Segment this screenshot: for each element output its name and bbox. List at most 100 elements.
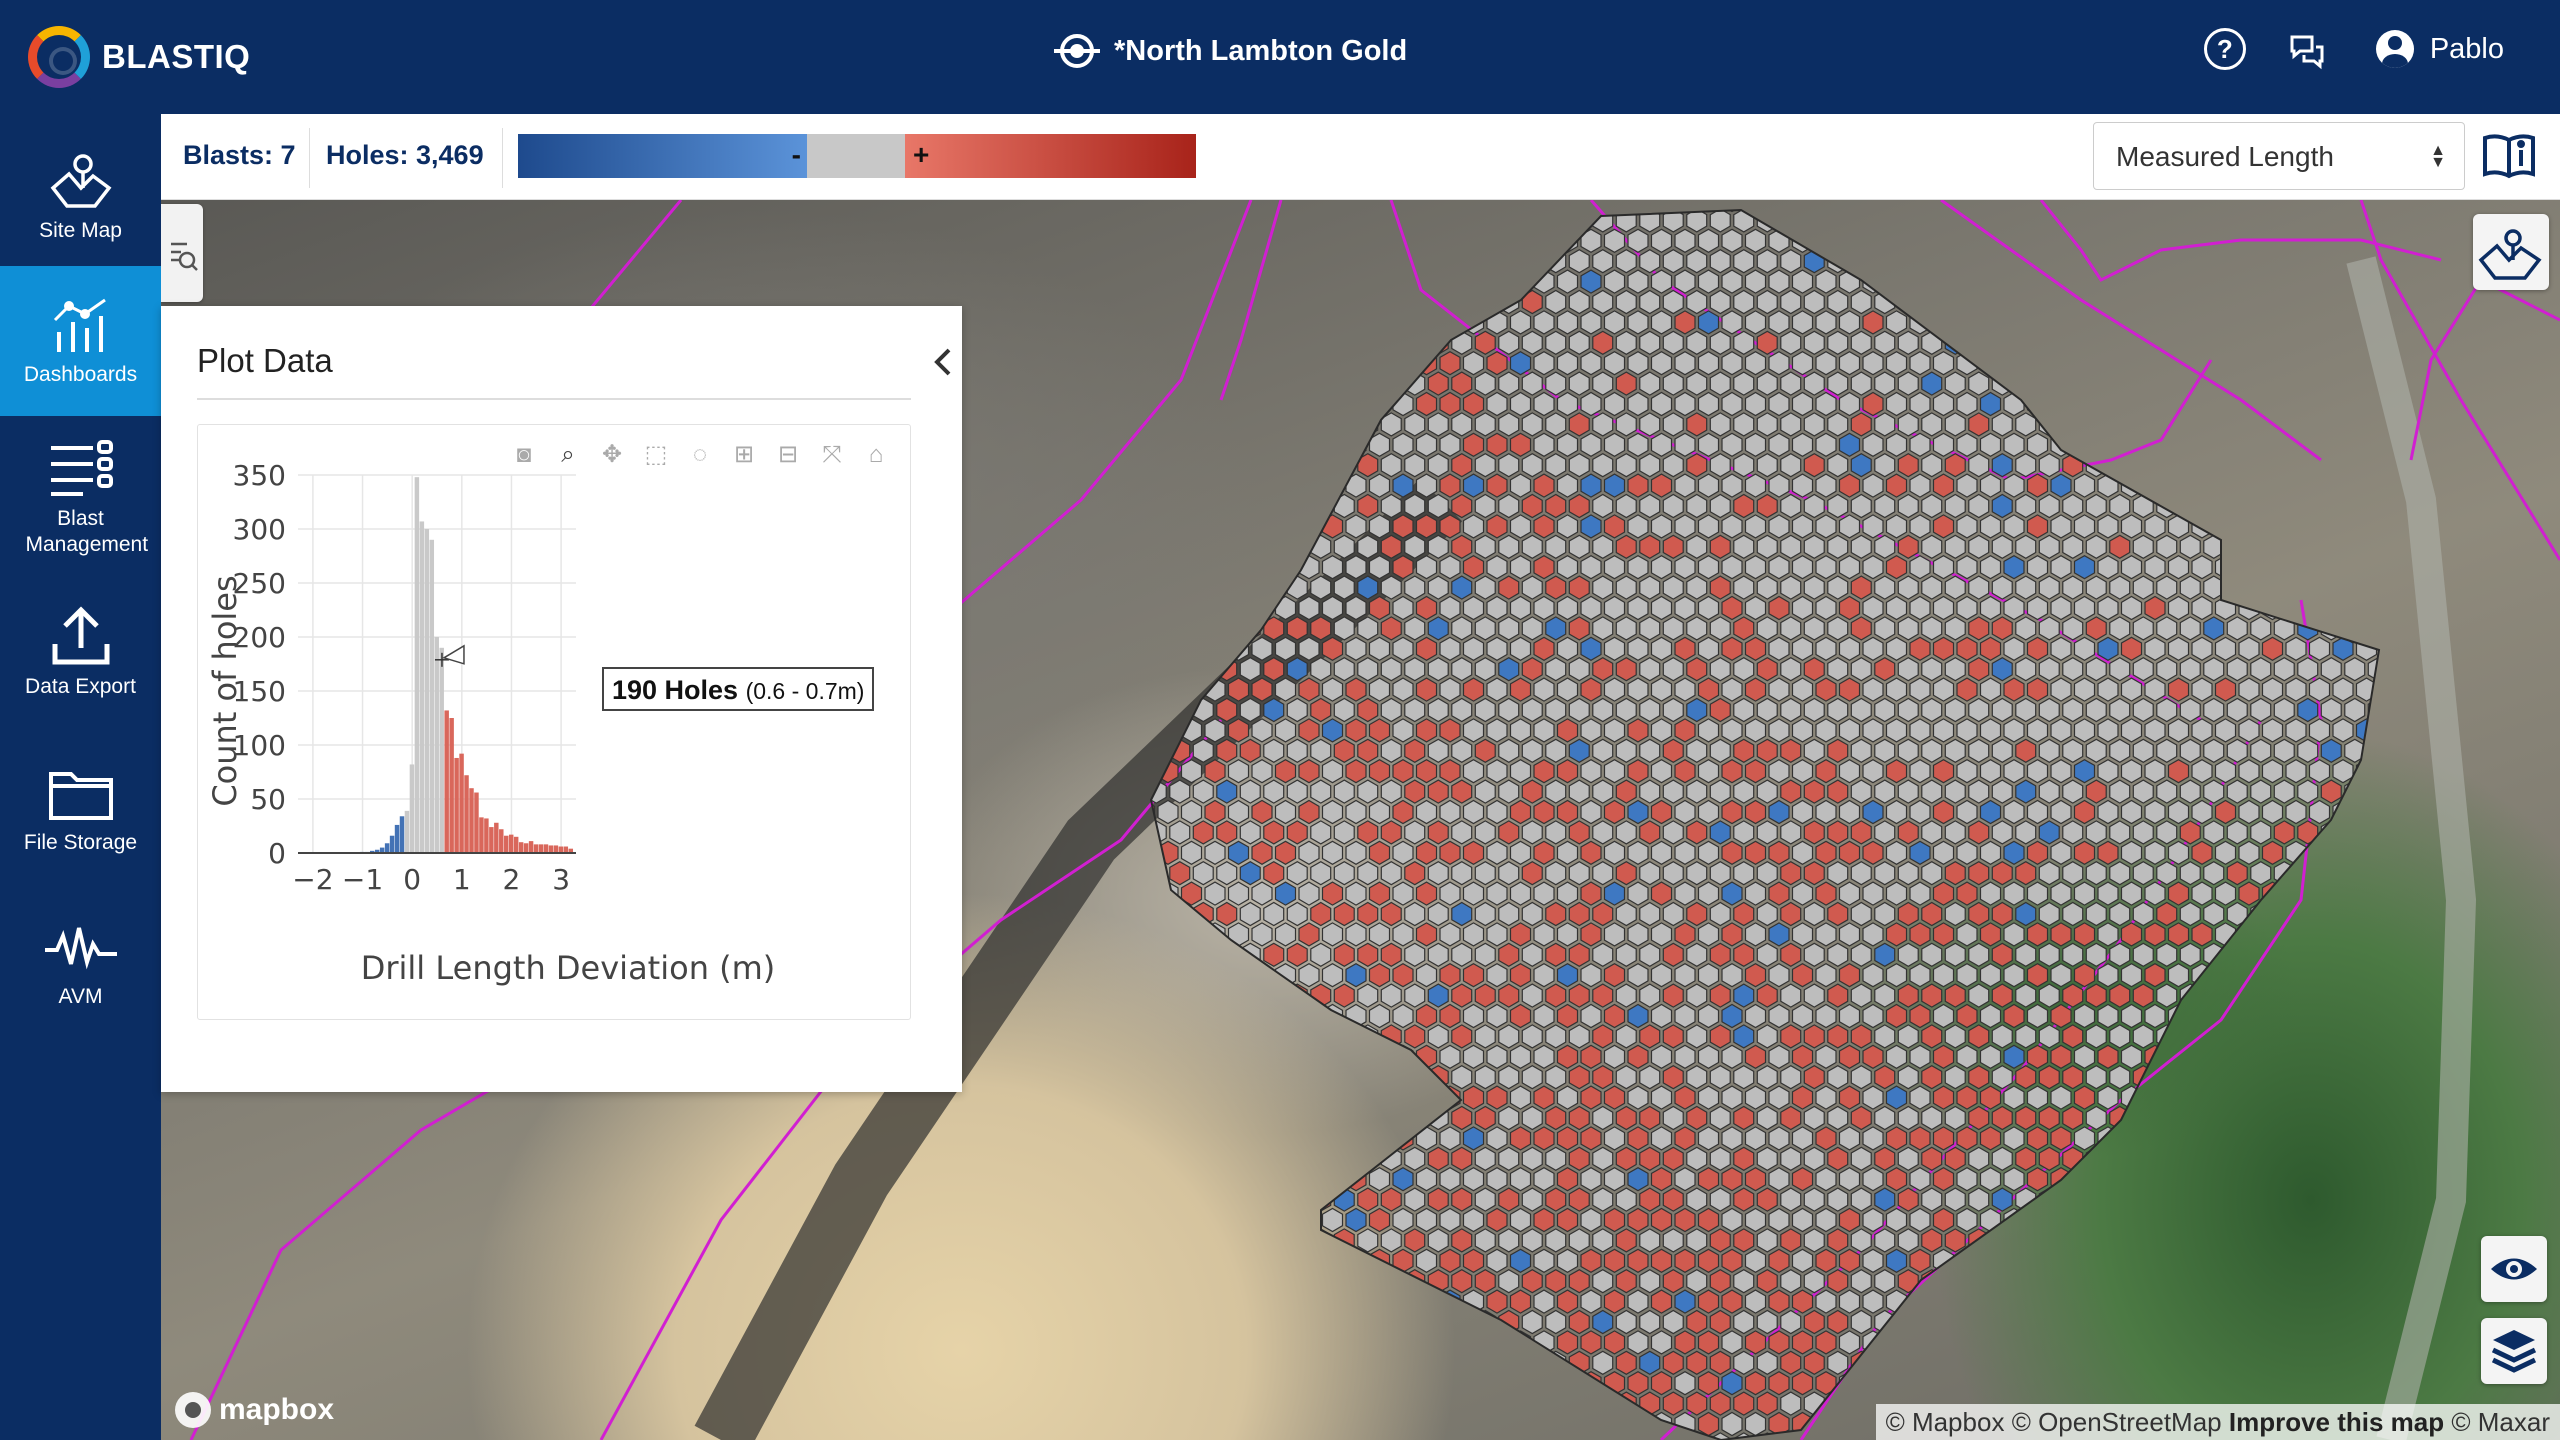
blast-hole[interactable] [2308, 759, 2331, 784]
blast-hole[interactable] [1686, 616, 1708, 641]
blast-hole[interactable] [2344, 493, 2366, 519]
blast-hole[interactable] [1521, 820, 1543, 845]
blast-hole[interactable] [2073, 636, 2096, 661]
blast-hole[interactable] [1862, 799, 1884, 825]
blast-hole[interactable] [1404, 1024, 1426, 1049]
blast-hole[interactable] [2203, 453, 2225, 478]
blast-hole[interactable] [1498, 1105, 1520, 1131]
blast-hole[interactable] [2191, 1167, 2213, 1192]
blast-hole[interactable] [1439, 200, 1461, 213]
blast-hole[interactable] [1662, 1309, 1684, 1335]
blast-hole[interactable] [1580, 310, 1602, 335]
blast-hole[interactable] [1909, 473, 1931, 498]
blast-hole[interactable] [1862, 351, 1884, 376]
blast-hole[interactable] [1850, 657, 1872, 682]
blast-hole[interactable] [1697, 351, 1720, 376]
blast-hole[interactable] [1310, 1269, 1332, 1294]
blast-hole[interactable] [1545, 1432, 1567, 1440]
blast-hole[interactable] [1780, 493, 1802, 519]
blast-hole[interactable] [1827, 901, 1849, 927]
blast-hole[interactable] [2285, 963, 2307, 988]
blast-hole[interactable] [1204, 595, 1226, 621]
blast-hole[interactable] [1157, 473, 1179, 498]
blast-hole[interactable] [1345, 1289, 1367, 1314]
blast-hole[interactable] [2203, 1146, 2225, 1171]
blast-hole[interactable] [1333, 453, 1355, 478]
blast-hole[interactable] [1650, 1044, 1673, 1069]
blast-hole[interactable] [1909, 228, 1931, 253]
blast-hole[interactable] [1310, 1350, 1332, 1375]
blast-hole[interactable] [2003, 310, 2025, 335]
blast-hole[interactable] [1157, 391, 1179, 417]
blast-hole[interactable] [2344, 942, 2366, 967]
blast-hole[interactable] [1791, 1126, 1814, 1151]
blast-hole[interactable] [1874, 1065, 1896, 1090]
blast-hole[interactable] [2203, 1228, 2225, 1253]
blast-hole[interactable] [2380, 1249, 2400, 1272]
blast-hole[interactable] [1885, 840, 1908, 865]
blast-hole[interactable] [1286, 1146, 1308, 1171]
blast-hole[interactable] [2179, 738, 2201, 763]
blast-hole[interactable] [1862, 1167, 1884, 1192]
blast-hole[interactable] [2250, 983, 2272, 1008]
blast-hole[interactable] [2261, 269, 2284, 294]
blast-hole[interactable] [1744, 514, 1767, 539]
blast-hole[interactable] [2191, 228, 2213, 253]
blast-hole[interactable] [1321, 963, 1344, 988]
blast-hole[interactable] [1897, 371, 1919, 396]
blast-hole[interactable] [2062, 942, 2084, 967]
blast-hole[interactable] [2308, 391, 2331, 417]
blast-hole[interactable] [1123, 1311, 1143, 1334]
blast-hole[interactable] [1169, 1309, 1191, 1335]
blast-hole[interactable] [1791, 514, 1814, 539]
blast-hole[interactable] [2120, 799, 2143, 825]
blast-hole[interactable] [1592, 371, 1614, 396]
blast-hole[interactable] [1956, 1085, 1978, 1110]
blast-hole[interactable] [1592, 1146, 1614, 1171]
blast-hole[interactable] [1885, 1167, 1908, 1192]
blast-hole[interactable] [1885, 228, 1908, 253]
blast-hole[interactable] [2156, 453, 2178, 478]
blast-hole[interactable] [1462, 963, 1485, 988]
blast-hole[interactable] [1135, 1126, 1156, 1151]
blast-hole[interactable] [2132, 493, 2154, 519]
blast-hole[interactable] [1568, 249, 1590, 274]
blast-hole[interactable] [1733, 738, 1755, 763]
blast-hole[interactable] [1556, 432, 1579, 457]
blast-hole[interactable] [2214, 1248, 2237, 1273]
blast-hole[interactable] [2109, 616, 2131, 641]
blast-hole[interactable] [1310, 412, 1332, 437]
blast-hole[interactable] [1498, 901, 1520, 927]
blast-hole[interactable] [1474, 983, 1496, 1008]
blast-hole[interactable] [2226, 738, 2248, 763]
site-selector[interactable]: *North Lambton Gold [1054, 34, 1407, 68]
blast-hole[interactable] [1615, 901, 1637, 927]
blast-hole[interactable] [1239, 534, 1261, 559]
blast-hole[interactable] [2332, 391, 2354, 417]
blast-hole[interactable] [1803, 901, 1825, 927]
blast-hole[interactable] [1486, 1167, 1508, 1192]
blast-hole[interactable] [2320, 861, 2342, 886]
blast-hole[interactable] [2273, 1065, 2295, 1090]
blast-hole[interactable] [1674, 310, 1696, 335]
blast-hole[interactable] [1968, 1065, 1990, 1090]
blast-hole[interactable] [1263, 901, 1285, 927]
blast-hole[interactable] [1791, 310, 1814, 335]
blast-hole[interactable] [2273, 1146, 2295, 1171]
blast-hole[interactable] [2073, 718, 2096, 743]
blast-hole[interactable] [1509, 718, 1532, 743]
blast-hole[interactable] [2003, 677, 2025, 702]
blast-hole[interactable] [1791, 595, 1814, 621]
blast-hole[interactable] [2320, 901, 2342, 927]
blast-hole[interactable] [1498, 616, 1520, 641]
blast-hole[interactable] [2062, 1024, 2084, 1049]
blast-hole[interactable] [1380, 249, 1402, 274]
blast-hole[interactable] [1509, 1044, 1532, 1069]
blast-hole[interactable] [1874, 616, 1896, 641]
blast-hole[interactable] [1404, 616, 1426, 641]
blast-hole[interactable] [1674, 1003, 1696, 1029]
blast-hole[interactable] [1486, 1126, 1508, 1151]
blast-hole[interactable] [1251, 1248, 1273, 1273]
blast-hole[interactable] [1897, 249, 1919, 274]
blast-hole[interactable] [1956, 514, 1978, 539]
